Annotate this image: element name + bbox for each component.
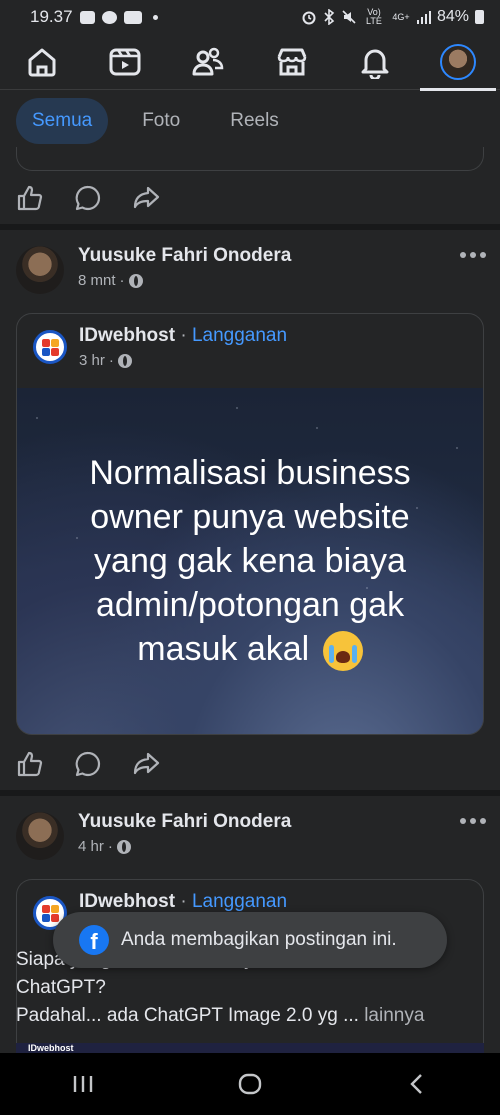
toast-message: Anda membagikan postingan ini. bbox=[121, 929, 397, 950]
notifications-icon bbox=[361, 49, 389, 79]
post-meta: 4 hr · bbox=[78, 838, 291, 855]
shared-post-image-preview[interactable]: IDwebhost bbox=[16, 1043, 484, 1053]
shared-post-header: IDwebhost · Langganan 3 hr · bbox=[33, 324, 287, 369]
page-logo-icon[interactable] bbox=[33, 330, 67, 364]
system-navigation-bar bbox=[0, 1053, 500, 1115]
post-meta: 8 mnt · bbox=[78, 272, 291, 289]
volte-indicator: Vo) LTE bbox=[366, 7, 382, 26]
nav-friends[interactable] bbox=[178, 34, 238, 90]
previous-post-card bbox=[16, 147, 484, 171]
facebook-logo-icon: f bbox=[79, 925, 109, 955]
profile-avatar bbox=[440, 43, 477, 80]
shared-post-text: Normalisasi business owner punya website… bbox=[40, 451, 460, 671]
like-icon[interactable] bbox=[16, 184, 44, 212]
mute-icon bbox=[342, 10, 356, 24]
nav-notifications[interactable] bbox=[345, 34, 405, 90]
post-time[interactable]: 8 mnt bbox=[78, 272, 116, 289]
dot-icon bbox=[460, 818, 466, 824]
battery-icon bbox=[475, 10, 484, 24]
post-author-name[interactable]: Yuusuke Fahri Onodera bbox=[78, 810, 291, 834]
like-icon[interactable] bbox=[16, 750, 44, 778]
post-more-button[interactable] bbox=[460, 252, 486, 258]
back-icon[interactable] bbox=[404, 1072, 430, 1096]
dot-icon bbox=[480, 818, 486, 824]
more-notifications-dot bbox=[152, 14, 158, 20]
comment-icon[interactable] bbox=[74, 750, 102, 778]
crying-face-icon bbox=[322, 631, 363, 671]
filter-chip-semua[interactable]: Semua bbox=[16, 98, 109, 144]
filter-chip-reels[interactable]: Reels bbox=[214, 98, 295, 144]
video-icon bbox=[109, 48, 141, 75]
battery-percent: 84% bbox=[436, 8, 469, 25]
status-bar: 19.37 Vo) LTE 4G+ 84% bbox=[0, 0, 500, 34]
subscribe-link[interactable]: Langganan bbox=[192, 325, 287, 346]
share-confirmation-toast: f Anda membagikan postingan ini. bbox=[53, 912, 447, 968]
whatsapp-icon bbox=[101, 10, 117, 24]
dot-icon bbox=[480, 252, 486, 258]
post-more-button[interactable] bbox=[460, 818, 486, 824]
post-divider bbox=[0, 224, 500, 230]
post-1-header: Yuusuke Fahri Onodera 8 mnt · bbox=[16, 244, 291, 294]
shared-post-card[interactable]: IDwebhost · Langganan 3 hr · Normalisasi… bbox=[16, 313, 484, 735]
recent-apps-icon[interactable] bbox=[70, 1072, 96, 1096]
nav-video[interactable] bbox=[95, 34, 155, 90]
globe-icon bbox=[117, 353, 132, 368]
youtube-icon bbox=[123, 10, 142, 24]
shared-page-name[interactable]: IDwebhost bbox=[79, 891, 175, 912]
dot-icon bbox=[470, 818, 476, 824]
nav-profile[interactable] bbox=[420, 34, 497, 91]
post-time[interactable]: 4 hr bbox=[78, 838, 104, 855]
globe-icon bbox=[128, 273, 143, 288]
see-more-link[interactable]: lainnya bbox=[364, 1005, 424, 1026]
4g-indicator: 4G+ bbox=[392, 11, 410, 22]
bluetooth-icon bbox=[324, 9, 335, 25]
friends-icon bbox=[192, 47, 224, 75]
shared-post-time[interactable]: 3 hr bbox=[79, 352, 105, 369]
top-navigation bbox=[0, 34, 500, 91]
post-divider bbox=[0, 790, 500, 796]
post-2-header: Yuusuke Fahri Onodera 4 hr · bbox=[16, 810, 291, 860]
home-icon bbox=[28, 48, 56, 76]
author-avatar[interactable] bbox=[16, 812, 64, 860]
feed-filters: Semua Foto Reels bbox=[0, 91, 500, 151]
text-background-image[interactable]: Normalisasi business owner punya website… bbox=[17, 388, 483, 734]
author-avatar[interactable] bbox=[16, 246, 64, 294]
signal-icon bbox=[416, 11, 431, 24]
marketplace-icon bbox=[277, 48, 307, 75]
gallery-icon bbox=[79, 10, 95, 24]
shared-page-name[interactable]: IDwebhost bbox=[79, 325, 175, 346]
dot-icon bbox=[460, 252, 466, 258]
alarm-icon bbox=[302, 11, 316, 25]
home-button-icon[interactable] bbox=[237, 1072, 263, 1096]
filter-chip-foto[interactable]: Foto bbox=[126, 98, 196, 144]
post-author-name[interactable]: Yuusuke Fahri Onodera bbox=[78, 244, 291, 268]
dot-icon bbox=[470, 252, 476, 258]
nav-marketplace[interactable] bbox=[262, 34, 322, 90]
post-1-actions bbox=[16, 744, 160, 784]
nav-home[interactable] bbox=[12, 34, 72, 90]
subscribe-link[interactable]: Langganan bbox=[192, 891, 287, 912]
share-icon[interactable] bbox=[132, 750, 160, 778]
previous-post-actions bbox=[16, 178, 160, 218]
image-preview-label: IDwebhost bbox=[28, 1043, 74, 1053]
comment-icon[interactable] bbox=[74, 184, 102, 212]
status-time: 19.37 bbox=[30, 7, 73, 26]
share-icon[interactable] bbox=[132, 184, 160, 212]
shared-post-meta: 3 hr · bbox=[79, 352, 287, 369]
globe-icon bbox=[116, 839, 131, 854]
